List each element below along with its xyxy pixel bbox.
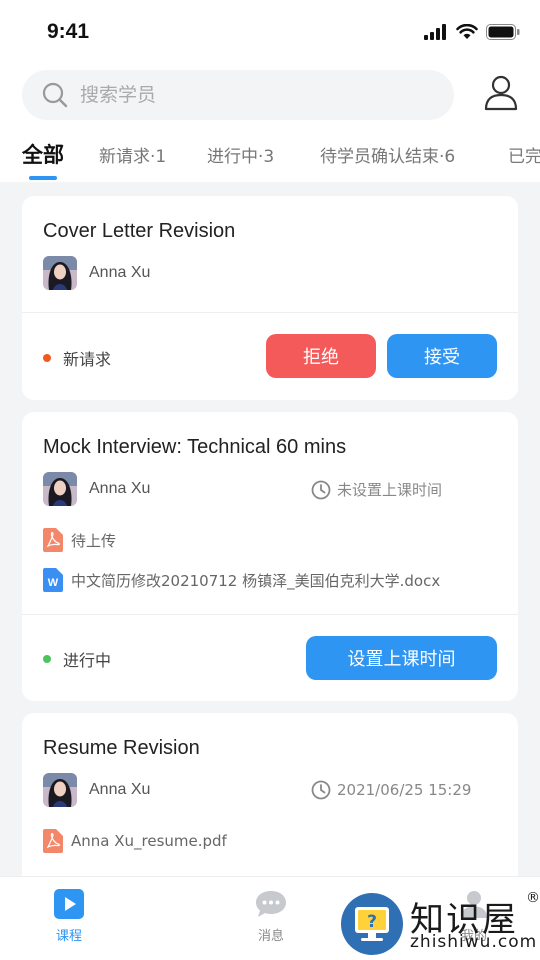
- file-item[interactable]: W 中文简历修改20210712 杨镇泽_美国伯克利大学.docx: [43, 568, 440, 592]
- tab-completed[interactable]: 已完: [508, 142, 540, 167]
- filter-tabs: 全部 新请求·1 进行中·3 待学员确认结束·6 已完: [0, 142, 540, 182]
- card-divider: [22, 614, 518, 615]
- nav-label: 课程: [55, 929, 82, 944]
- svg-text:?: ?: [367, 912, 377, 932]
- avatar: [43, 773, 77, 807]
- status-dot: [43, 354, 51, 362]
- status-label: 进行中: [63, 651, 112, 670]
- file-item[interactable]: 待上传: [43, 528, 116, 552]
- pdf-icon: [43, 829, 63, 853]
- profile-button[interactable]: [484, 74, 518, 112]
- search-input[interactable]: [80, 80, 440, 110]
- course-status: 新请求: [43, 346, 111, 370]
- file-name: 中文简历修改20210712 杨镇泽_美国伯克利大学.docx: [71, 571, 441, 590]
- registered-mark: ®: [526, 890, 540, 906]
- status-icons: [424, 24, 520, 40]
- course-title: Resume Revision: [43, 737, 200, 759]
- tab-pending-confirmation[interactable]: 待学员确认结束·6: [320, 142, 455, 167]
- status-label: 新请求: [63, 350, 112, 369]
- wifi-icon: [456, 24, 478, 39]
- set-schedule-button[interactable]: 设置上课时间: [306, 636, 497, 680]
- schedule-text: 未设置上课时间: [337, 481, 443, 499]
- tab-all[interactable]: 全部: [22, 142, 64, 169]
- reject-button[interactable]: 拒绝: [266, 334, 376, 378]
- watermark: ? 知识屋 ® zhishiwu.com: [340, 888, 540, 958]
- word-icon: W: [43, 568, 63, 592]
- status-time: 9:41: [47, 20, 90, 43]
- svg-text:W: W: [48, 577, 59, 589]
- header: 全部 新请求·1 进行中·3 待学员确认结束·6 已完: [0, 64, 540, 182]
- course-status: 进行中: [43, 647, 111, 671]
- avatar: [43, 256, 77, 290]
- schedule-text: 2021/06/25 15:29: [337, 781, 472, 799]
- clock-icon: [311, 780, 331, 800]
- file-name: 待上传: [71, 531, 117, 550]
- nav-label: 消息: [257, 929, 284, 944]
- course-title: Cover Letter Revision: [43, 220, 236, 242]
- play-icon: [54, 889, 84, 919]
- nav-messages[interactable]: 消息: [254, 889, 288, 944]
- search-bar[interactable]: [22, 70, 454, 120]
- card-divider: [22, 312, 518, 313]
- help-monitor-icon: ?: [341, 893, 403, 955]
- status-dot: [43, 655, 51, 663]
- tab-in-progress[interactable]: 进行中·3: [207, 142, 274, 167]
- watermark-domain: zhishiwu.com: [410, 932, 538, 952]
- tab-new-requests[interactable]: 新请求·1: [99, 142, 166, 167]
- course-card[interactable]: Cover Letter Revision Anna Xu 新请求 拒绝 接受: [22, 196, 518, 400]
- schedule-time: 2021/06/25 15:29: [311, 780, 471, 800]
- search-icon: [42, 82, 68, 108]
- accept-button[interactable]: 接受: [387, 334, 497, 378]
- signal-icon: [424, 24, 446, 40]
- course-title: Mock Interview: Technical 60 mins: [43, 436, 347, 458]
- pdf-icon: [43, 528, 63, 552]
- nav-courses[interactable]: 课程: [54, 889, 84, 944]
- chat-icon: [256, 891, 286, 917]
- active-tab-indicator: [29, 176, 57, 180]
- student-name: Anna Xu: [89, 480, 151, 497]
- file-name: Anna Xu_resume.pdf: [71, 832, 227, 850]
- student-name: Anna Xu: [89, 264, 151, 281]
- battery-icon: [486, 24, 520, 40]
- clock-icon: [311, 480, 331, 499]
- user-icon: [484, 75, 518, 111]
- file-item[interactable]: Anna Xu_resume.pdf: [43, 829, 227, 853]
- avatar: [43, 472, 77, 506]
- student-name: Anna Xu: [89, 781, 151, 798]
- schedule-time: 未设置上课时间: [311, 479, 442, 500]
- status-bar: 9:41: [0, 0, 540, 64]
- course-card[interactable]: Mock Interview: Technical 60 mins Anna X…: [22, 412, 518, 701]
